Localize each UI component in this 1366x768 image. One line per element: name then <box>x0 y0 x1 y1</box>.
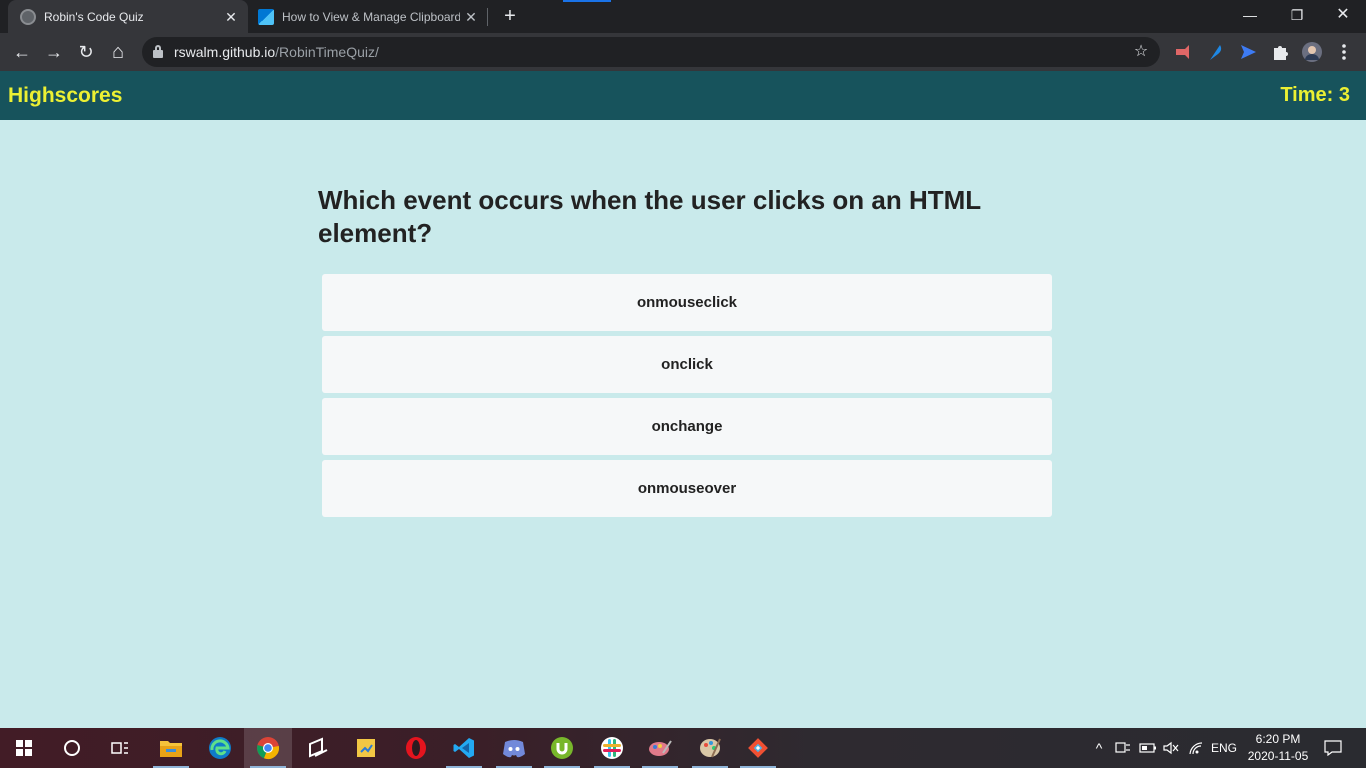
tray-chevron-icon[interactable]: ^ <box>1090 728 1108 768</box>
snip-icon[interactable] <box>294 728 342 768</box>
answer-button-onmouseover[interactable]: onmouseover <box>322 460 1052 517</box>
question-text: Which event occurs when the user clicks … <box>318 185 981 248</box>
chrome-menu-icon[interactable] <box>1334 42 1354 62</box>
extensions-puzzle-icon[interactable] <box>1270 42 1290 62</box>
tab-indicator <box>563 0 611 2</box>
opera-icon[interactable] <box>392 728 440 768</box>
language-indicator[interactable]: ENG <box>1208 728 1240 768</box>
answer-button-onclick[interactable]: onclick <box>322 336 1052 393</box>
close-window-button[interactable]: ✕ <box>1320 0 1366 30</box>
maximize-button[interactable]: ❐ <box>1274 0 1320 30</box>
tab-title: Robin's Code Quiz <box>44 9 144 24</box>
back-button[interactable]: ← <box>8 38 36 66</box>
volume-muted-icon[interactable] <box>1160 728 1182 768</box>
search-icon[interactable] <box>48 728 96 768</box>
tab-title: How to View & Manage Clipboard <box>282 9 460 24</box>
notifications-icon[interactable] <box>1320 728 1346 768</box>
url-host: rswalm.github.io <box>174 44 276 60</box>
lock-icon[interactable] <box>153 45 163 58</box>
battery-icon[interactable] <box>1137 728 1159 768</box>
tray-network-icon[interactable] <box>1112 728 1134 768</box>
wifi-icon[interactable] <box>1185 728 1207 768</box>
sticky-icon[interactable] <box>342 728 390 768</box>
edge-icon[interactable] <box>196 728 244 768</box>
new-tab-button[interactable]: + <box>498 4 522 28</box>
extension-feather-icon[interactable] <box>1206 42 1226 62</box>
clock-time: 6:20 PM <box>1255 732 1301 746</box>
timer: Time: 3 <box>1280 84 1350 106</box>
quiz-header: Highscores Time: 3 <box>0 71 1366 120</box>
highscores-link[interactable]: Highscores <box>8 71 122 120</box>
url-text[interactable]: rswalm.github.io/RobinTimeQuiz/ <box>174 37 379 67</box>
start-icon[interactable] <box>0 728 48 768</box>
utorrent-icon[interactable] <box>538 728 586 768</box>
palette-icon[interactable] <box>686 728 734 768</box>
chrome-icon[interactable] <box>244 728 292 768</box>
answer-label: onchange <box>651 418 723 435</box>
forward-button[interactable]: → <box>40 38 68 66</box>
paint-icon[interactable] <box>636 728 684 768</box>
git-icon[interactable] <box>734 728 782 768</box>
bookmark-star-icon[interactable]: ☆ <box>1130 41 1152 63</box>
minimize-button[interactable]: — <box>1227 0 1273 30</box>
windows-taskbar: ^ ENG 6:20 PM 2020-11-05 <box>0 728 1366 768</box>
browser-toolbar: ← → ↻ ⌂ rswalm.github.io/RobinTimeQuiz/ … <box>0 33 1366 71</box>
tab-close-icon[interactable]: ✕ <box>220 6 242 28</box>
answer-label: onmouseover <box>637 480 737 497</box>
home-button[interactable]: ⌂ <box>104 38 132 66</box>
answer-label: onclick <box>661 356 713 373</box>
answer-button-onchange[interactable]: onchange <box>322 398 1052 455</box>
extension-red-icon[interactable] <box>1174 42 1194 62</box>
url-path: /RobinTimeQuiz/ <box>275 44 379 60</box>
globe-icon <box>20 8 36 25</box>
vscode-icon[interactable] <box>440 728 488 768</box>
discord-icon[interactable] <box>490 728 538 768</box>
extension-send-icon[interactable] <box>1238 42 1258 62</box>
tab-separator <box>487 8 488 26</box>
tab-close-icon[interactable]: ✕ <box>460 6 482 28</box>
answer-label: onmouseclick <box>636 294 738 311</box>
reload-button[interactable]: ↻ <box>72 38 100 66</box>
clock-date: 2020-11-05 <box>1247 749 1309 763</box>
windows-favicon-icon <box>258 8 274 25</box>
profile-avatar[interactable] <box>1302 42 1322 62</box>
address-bar[interactable]: rswalm.github.io/RobinTimeQuiz/ ☆ <box>142 37 1160 67</box>
task-view-icon[interactable] <box>96 728 144 768</box>
clock[interactable]: 6:20 PM 2020-11-05 <box>1238 731 1318 765</box>
browser-tab-bar: Robin's Code Quiz ✕ How to View & Manage… <box>0 0 1366 33</box>
slack-icon[interactable] <box>588 728 636 768</box>
answer-button-onmouseclick[interactable]: onmouseclick <box>322 274 1052 331</box>
tab-robins-code-quiz[interactable]: Robin's Code Quiz ✕ <box>8 0 248 33</box>
tab-clipboard-article[interactable]: How to View & Manage Clipboard ✕ <box>250 0 488 33</box>
file-explorer-icon[interactable] <box>147 728 195 768</box>
